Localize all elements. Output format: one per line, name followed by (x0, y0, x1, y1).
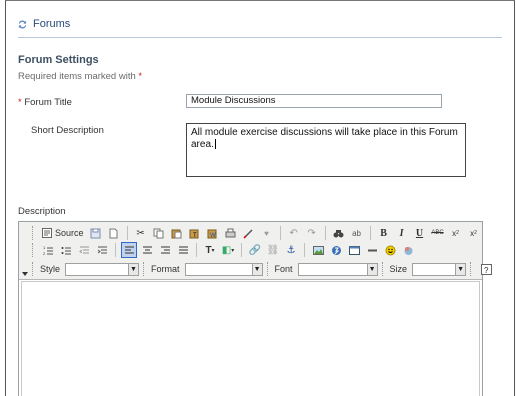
paste-icon[interactable] (169, 225, 185, 241)
short-description-textarea[interactable]: All module exercise discussions will tak… (186, 123, 466, 177)
size-label: Size (389, 264, 408, 274)
toolbar-row-3: Style ▼ Format ▼ Font ▼ Size ▼ ? (30, 260, 494, 278)
strikethrough-icon[interactable]: ABC (430, 225, 446, 241)
source-label: Source (55, 228, 84, 238)
underline-icon[interactable]: U (412, 225, 428, 241)
undo-icon[interactable]: ↶ (286, 225, 302, 241)
format-dropdown[interactable]: ▼ (184, 262, 263, 276)
editor-toolbar: Source ✂ T W ♥ ↶ ↷ ab B I U ABC x2 x2 1 … (19, 222, 492, 280)
description-editor: Source ✂ T W ♥ ↶ ↷ ab B I U ABC x2 x2 1 … (18, 221, 492, 396)
short-description-text: All module exercise discussions will tak… (191, 127, 458, 150)
required-star: * (138, 71, 143, 82)
style-dropdown[interactable]: ▼ (65, 262, 140, 276)
required-note-text: Required items marked with (18, 71, 136, 82)
text-cursor (214, 139, 216, 150)
font-label: Font (274, 264, 293, 274)
required-star: * (18, 97, 22, 108)
smiley-icon[interactable] (382, 242, 398, 258)
text-color-icon[interactable]: T ▾ (202, 242, 218, 258)
toolbar-grip (266, 262, 271, 276)
editor-content-area[interactable] (21, 281, 480, 396)
separator (304, 243, 305, 257)
chevron-down-icon: ▼ (455, 263, 466, 275)
separator (279, 226, 281, 240)
copy-icon[interactable] (151, 225, 167, 241)
special-char-icon[interactable] (400, 242, 416, 258)
svg-text:2: 2 (43, 251, 46, 256)
align-right-icon[interactable] (157, 242, 173, 258)
justify-icon[interactable] (175, 242, 191, 258)
flash-icon[interactable] (328, 242, 344, 258)
toolbar-grip (381, 262, 386, 276)
align-left-icon[interactable] (121, 242, 137, 258)
separator (241, 243, 242, 257)
new-page-icon[interactable] (106, 225, 122, 241)
background-color-icon[interactable]: ◧ ▾ (220, 242, 236, 258)
chevron-down-icon: ▼ (251, 263, 262, 275)
superscript-icon[interactable]: x2 (466, 225, 482, 241)
italic-icon[interactable]: I (394, 225, 410, 241)
redo-icon[interactable]: ↷ (304, 225, 320, 241)
toolbar-grip (32, 243, 36, 257)
header-divider (18, 37, 502, 38)
paste-word-icon[interactable]: W (205, 225, 221, 241)
scayt-icon[interactable]: ♥ (259, 225, 275, 241)
find-icon[interactable] (331, 225, 347, 241)
align-center-icon[interactable] (139, 242, 155, 258)
toolbar-row-2: 12 T ▾ ◧ ▾ 🔗 ⛓ ⚓ (30, 241, 416, 259)
source-icon (42, 228, 52, 238)
size-dropdown[interactable]: ▼ (412, 262, 467, 276)
description-label: Description (18, 206, 66, 217)
help-icon[interactable]: ? (478, 261, 494, 277)
svg-text:?: ? (484, 266, 489, 275)
anchor-icon[interactable]: ⚓ (283, 242, 299, 258)
svg-text:1: 1 (43, 245, 46, 250)
forum-title-label: * Forum Title (18, 97, 72, 108)
horizontal-rule-icon[interactable] (364, 242, 380, 258)
forum-icon (18, 20, 27, 28)
numbered-list-icon[interactable]: 12 (40, 242, 56, 258)
print-icon[interactable] (223, 225, 239, 241)
cut-icon[interactable]: ✂ (133, 225, 149, 241)
toolbar-row-1: Source ✂ T W ♥ ↶ ↷ ab B I U ABC x2 x2 (30, 224, 482, 242)
image-icon[interactable] (310, 242, 326, 258)
table-icon[interactable] (346, 242, 362, 258)
indent-icon[interactable] (94, 242, 110, 258)
bulleted-list-icon[interactable] (58, 242, 74, 258)
forum-title-input[interactable]: Module Discussions (186, 94, 442, 108)
forum-title-label-text: Forum Title (24, 97, 72, 108)
separator (126, 226, 128, 240)
toolbar-grip (32, 226, 36, 240)
subscript-icon[interactable]: x2 (448, 225, 464, 241)
separator (324, 226, 326, 240)
toolbar-grip (32, 262, 36, 276)
separator (196, 243, 197, 257)
chevron-down-icon: ▼ (366, 263, 377, 275)
toolbar-grip (143, 262, 147, 276)
unlink-icon[interactable]: ⛓ (265, 242, 281, 258)
svg-text:W: W (210, 233, 216, 239)
save-icon[interactable] (88, 225, 104, 241)
section-title: Forum Settings (18, 54, 99, 66)
link-icon[interactable]: 🔗 (247, 242, 263, 258)
svg-text:T: T (193, 233, 197, 239)
collapse-toolbar-icon[interactable] (22, 272, 28, 276)
spellcheck-icon[interactable] (241, 225, 257, 241)
toolbar-grip (470, 262, 474, 276)
separator (369, 226, 371, 240)
bold-icon[interactable]: B (376, 225, 392, 241)
source-button[interactable]: Source (40, 225, 86, 241)
page-header: Forums (18, 18, 70, 30)
outdent-icon[interactable] (76, 242, 92, 258)
paste-text-icon[interactable]: T (187, 225, 203, 241)
required-note: Required items marked with * (18, 71, 142, 82)
format-label: Format (151, 264, 180, 274)
short-description-label: Short Description (31, 125, 104, 136)
chevron-down-icon: ▼ (128, 263, 139, 275)
font-dropdown[interactable]: ▼ (297, 262, 378, 276)
style-label: Style (40, 264, 61, 274)
page-title: Forums (33, 18, 71, 30)
separator (115, 243, 116, 257)
replace-icon[interactable]: ab (349, 225, 365, 241)
